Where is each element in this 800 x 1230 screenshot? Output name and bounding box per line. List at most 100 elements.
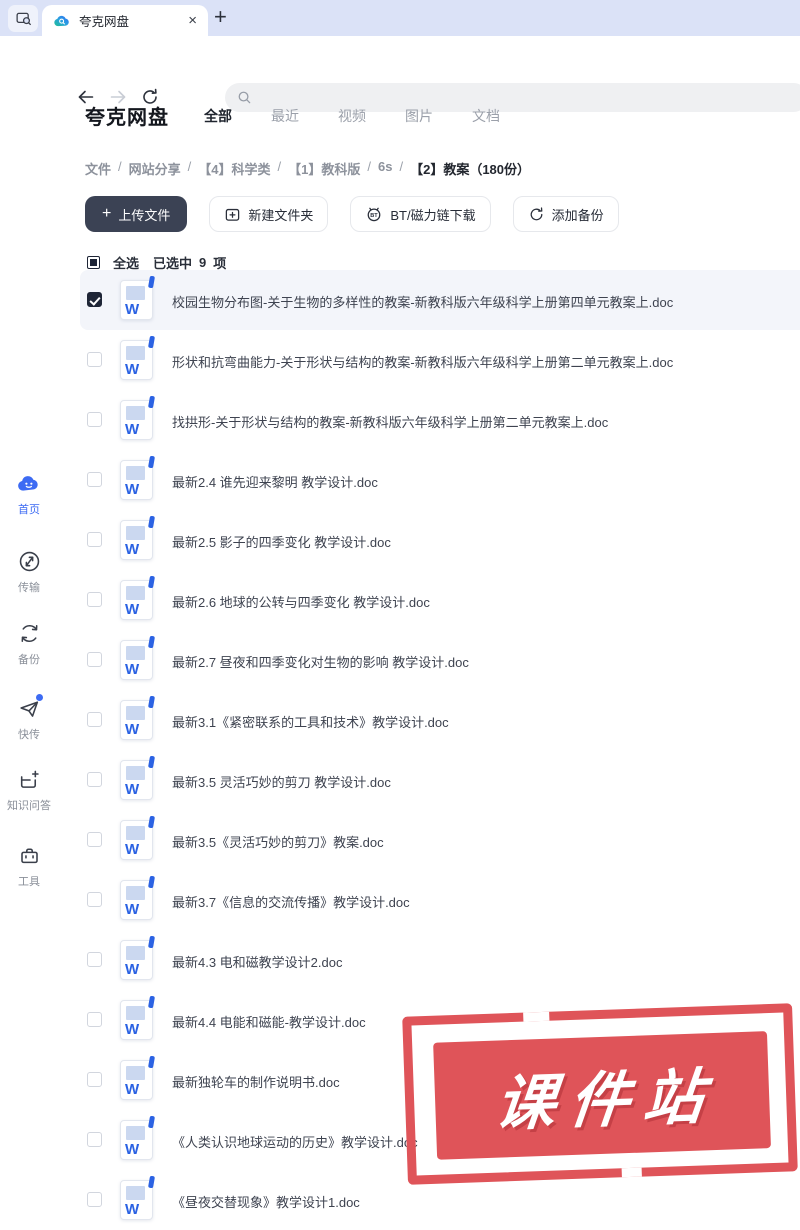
file-name[interactable]: 最新3.5 灵活巧妙的剪刀 教学设计.doc (172, 772, 391, 791)
breadcrumb-current: 【2】教案（180份） (410, 159, 530, 178)
sidebar-label-knowledge-qa: 知识问答 (7, 797, 51, 813)
sidebar-label-tools: 工具 (18, 873, 40, 889)
file-row[interactable]: W 最新2.5 影子的四季变化 教学设计.doc (80, 510, 800, 570)
toolbox-icon (16, 842, 42, 868)
word-doc-icon: W (120, 580, 153, 620)
quark-cloud-logo-icon (53, 12, 71, 30)
breadcrumb-item[interactable]: 6s (378, 159, 392, 178)
file-name[interactable]: 最新2.5 影子的四季变化 教学设计.doc (172, 532, 391, 551)
file-name[interactable]: 最新3.5《灵活巧妙的剪刀》教案.doc (172, 832, 384, 851)
new-folder-button[interactable]: 新建文件夹 (209, 196, 328, 232)
file-name[interactable]: 找拱形-关于形状与结构的教案-新教科版六年级科学上册第二单元教案上.doc (172, 412, 608, 431)
file-checkbox[interactable] (87, 1132, 102, 1147)
file-name[interactable]: 最新3.7《信息的交流传播》教学设计.doc (172, 892, 410, 911)
selected-unit: 项 (213, 253, 226, 272)
file-row[interactable]: W 校园生物分布图-关于生物的多样性的教案-新教科版六年级科学上册第四单元教案上… (80, 270, 800, 330)
word-doc-icon: W (120, 520, 153, 560)
file-checkbox[interactable] (87, 892, 102, 907)
file-checkbox[interactable] (87, 412, 102, 427)
toolbar: + 上传文件 新建文件夹 BT BT/磁力链下载 (85, 196, 619, 232)
tab-docs[interactable]: 文档 (472, 106, 500, 126)
file-name[interactable]: 最新2.4 谁先迎来黎明 教学设计.doc (172, 472, 378, 491)
file-name[interactable]: 《人类认识地球运动的历史》教学设计.doc (172, 1132, 418, 1151)
tab-recent[interactable]: 最近 (271, 106, 299, 126)
word-doc-icon: W (120, 760, 153, 800)
add-backup-button[interactable]: 添加备份 (513, 196, 619, 232)
file-row[interactable]: W 最新3.7《信息的交流传播》教学设计.doc (80, 870, 800, 930)
file-checkbox[interactable] (87, 532, 102, 547)
word-doc-icon: W (120, 1180, 153, 1220)
browser-nav-bar (0, 36, 800, 84)
file-name[interactable]: 最新4.3 电和磁教学设计2.doc (172, 952, 343, 971)
sidebar-label-home: 首页 (18, 501, 40, 517)
word-doc-icon: W (120, 1060, 153, 1100)
file-checkbox[interactable] (87, 592, 102, 607)
file-name[interactable]: 最新4.4 电能和磁能-教学设计.doc (172, 1012, 366, 1031)
file-name[interactable]: 最新独轮车的制作说明书.doc (172, 1072, 340, 1091)
bt-magnet-icon: BT (365, 205, 383, 223)
browser-tab-title: 夸克网盘 (79, 11, 129, 30)
sidebar-label-backup: 备份 (18, 651, 40, 667)
file-row[interactable]: W 最新2.4 谁先迎来黎明 教学设计.doc (80, 450, 800, 510)
file-checkbox[interactable] (87, 292, 102, 307)
breadcrumb: 文件/ 网站分享/ 【4】科学类/ 【1】教科版/ 6s/ 【2】教案（180份… (85, 159, 530, 178)
file-name[interactable]: 形状和抗弯曲能力-关于形状与结构的教案-新教科版六年级科学上册第二单元教案上.d… (172, 352, 673, 371)
browser-tab[interactable]: 夸克网盘 × (42, 5, 208, 36)
file-checkbox[interactable] (87, 1072, 102, 1087)
select-all-label[interactable]: 全选 (113, 253, 139, 272)
file-row[interactable]: W 形状和抗弯曲能力-关于形状与结构的教案-新教科版六年级科学上册第二单元教案上… (80, 330, 800, 390)
word-doc-icon: W (120, 700, 153, 740)
browser-tab-strip: 夸克网盘 × + (0, 0, 800, 36)
file-name[interactable]: 最新2.6 地球的公转与四季变化 教学设计.doc (172, 592, 430, 611)
tab-images[interactable]: 图片 (405, 106, 433, 126)
tab-search-button[interactable] (8, 5, 38, 32)
word-doc-icon: W (120, 880, 153, 920)
file-row[interactable]: W 最新3.5 灵活巧妙的剪刀 教学设计.doc (80, 750, 800, 810)
upload-file-button[interactable]: + 上传文件 (85, 196, 187, 232)
tab-videos[interactable]: 视频 (338, 106, 366, 126)
file-row[interactable]: W 最新2.6 地球的公转与四季变化 教学设计.doc (80, 570, 800, 630)
sidebar-item-quick-send[interactable]: 快传 (0, 695, 58, 742)
sidebar-item-knowledge-qa[interactable]: 知识问答 (0, 766, 58, 813)
word-doc-icon: W (120, 1120, 153, 1160)
file-row[interactable]: W 最新3.1《紧密联系的工具和技术》教学设计.doc (80, 690, 800, 750)
quick-send-badge (36, 694, 43, 701)
breadcrumb-item[interactable]: 网站分享 (129, 159, 181, 178)
stamp-inner: 课件站 (433, 1031, 771, 1160)
sidebar-item-home[interactable]: 首页 (0, 470, 58, 517)
breadcrumb-item[interactable]: 【4】科学类 (198, 159, 270, 178)
kejianzhan-stamp: 课件站 (402, 1003, 798, 1185)
breadcrumb-item[interactable]: 文件 (85, 159, 111, 178)
file-checkbox[interactable] (87, 952, 102, 967)
file-row[interactable]: W 最新4.3 电和磁教学设计2.doc (80, 930, 800, 990)
tab-all[interactable]: 全部 (204, 106, 232, 126)
sidebar-item-backup[interactable]: 备份 (0, 620, 58, 667)
file-name[interactable]: 《昼夜交替现象》教学设计1.doc (172, 1192, 360, 1211)
file-row[interactable]: W 最新2.7 昼夜和四季变化对生物的影响 教学设计.doc (80, 630, 800, 690)
sidebar-item-transfer[interactable]: 传输 (0, 548, 58, 595)
breadcrumb-item[interactable]: 【1】教科版 (288, 159, 360, 178)
bt-magnet-download-button[interactable]: BT BT/磁力链下载 (350, 196, 490, 232)
file-name[interactable]: 最新2.7 昼夜和四季变化对生物的影响 教学设计.doc (172, 652, 469, 671)
word-doc-icon: W (120, 940, 153, 980)
file-row[interactable]: W 最新3.5《灵活巧妙的剪刀》教案.doc (80, 810, 800, 870)
select-all-checkbox[interactable] (87, 256, 100, 269)
file-checkbox[interactable] (87, 1012, 102, 1027)
knowledge-qa-icon (16, 766, 42, 792)
sidebar-item-tools[interactable]: 工具 (0, 842, 58, 889)
file-checkbox[interactable] (87, 652, 102, 667)
word-doc-icon: W (120, 400, 153, 440)
sidebar-label-quick-send: 快传 (18, 726, 40, 742)
file-checkbox[interactable] (87, 772, 102, 787)
file-checkbox[interactable] (87, 832, 102, 847)
file-name[interactable]: 校园生物分布图-关于生物的多样性的教案-新教科版六年级科学上册第四单元教案上.d… (172, 292, 673, 311)
file-name[interactable]: 最新3.1《紧密联系的工具和技术》教学设计.doc (172, 712, 449, 731)
file-checkbox[interactable] (87, 712, 102, 727)
selection-bar: 全选 已选中 9 项 (87, 252, 226, 272)
file-checkbox[interactable] (87, 472, 102, 487)
file-checkbox[interactable] (87, 352, 102, 367)
new-tab-button[interactable]: + (214, 4, 227, 30)
file-row[interactable]: W 找拱形-关于形状与结构的教案-新教科版六年级科学上册第二单元教案上.doc (80, 390, 800, 450)
tab-close-icon[interactable]: × (188, 13, 197, 28)
selected-label: 已选中 (153, 253, 192, 272)
